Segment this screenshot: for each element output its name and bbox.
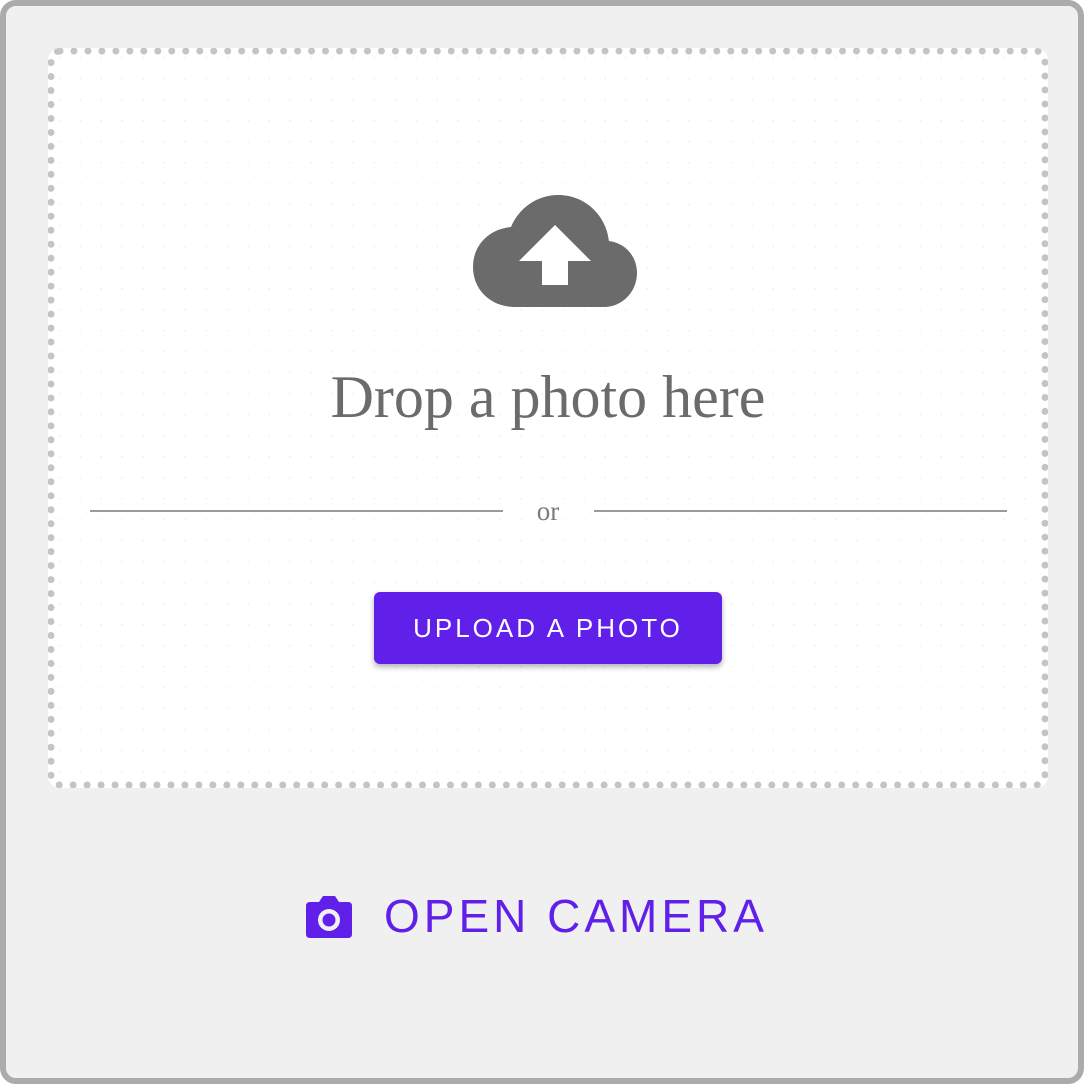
drop-title: Drop a photo here <box>330 364 766 430</box>
divider-right <box>594 510 1007 512</box>
photo-drop-zone[interactable]: Drop a photo here or UPLOAD A PHOTO <box>48 48 1048 788</box>
photo-input-panel: Drop a photo here or UPLOAD A PHOTO OPEN… <box>0 0 1084 1084</box>
open-camera-button[interactable]: OPEN CAMERA <box>306 884 796 948</box>
cloud-upload-icon <box>473 195 637 307</box>
camera-icon <box>306 896 352 938</box>
open-camera-label: OPEN CAMERA <box>384 890 768 942</box>
upload-photo-button[interactable]: UPLOAD A PHOTO <box>374 592 722 664</box>
